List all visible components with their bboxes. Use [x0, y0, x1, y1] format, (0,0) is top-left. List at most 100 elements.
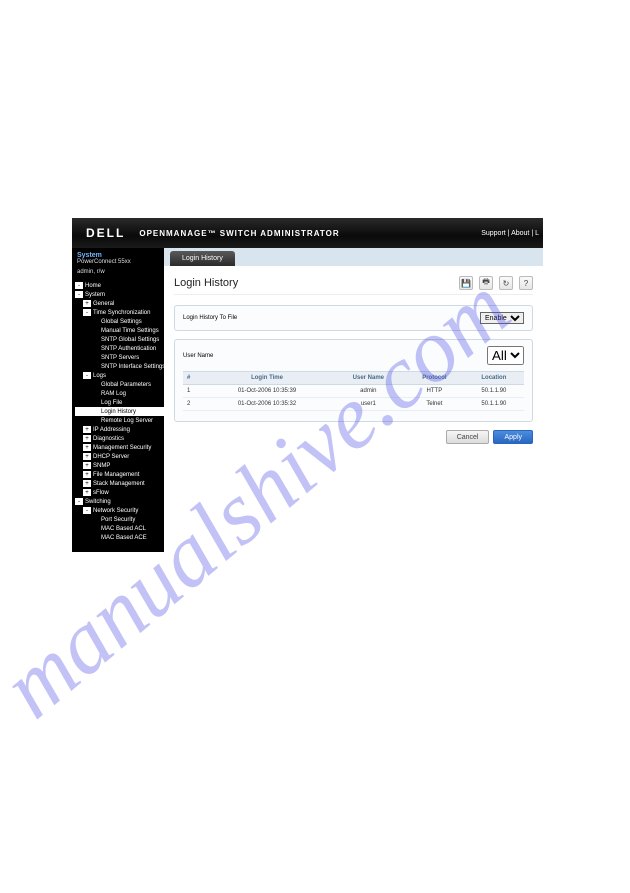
collapse-icon[interactable]: -: [75, 282, 83, 289]
nav-item[interactable]: +SNMP: [75, 461, 164, 470]
user-filter-row: User Name All: [183, 346, 524, 371]
expand-icon[interactable]: +: [83, 426, 91, 433]
app-header: DELL OPENMANAGE™ SWITCH ADMINISTRATOR Su…: [72, 218, 543, 248]
user-name-select[interactable]: All: [487, 346, 524, 365]
dell-logo: DELL: [72, 226, 139, 240]
nav-item[interactable]: Log File: [75, 398, 164, 407]
cell-protocol: Telnet: [405, 398, 464, 411]
button-row: Cancel Apply: [174, 430, 533, 444]
nav-item[interactable]: +DHCP Server: [75, 452, 164, 461]
expand-icon[interactable]: +: [83, 489, 91, 496]
tree-spacer: [91, 318, 99, 325]
nav-item-label: Log File: [101, 400, 122, 406]
cancel-button[interactable]: Cancel: [446, 430, 490, 444]
nav-item[interactable]: Global Parameters: [75, 380, 164, 389]
tree-spacer: [91, 525, 99, 532]
nav-item[interactable]: RAM Log: [75, 389, 164, 398]
tree-spacer: [91, 345, 99, 352]
page-title: Login History: [174, 277, 238, 289]
nav-item-label: SNTP Authentication: [101, 346, 156, 352]
collapse-icon[interactable]: -: [75, 291, 83, 298]
expand-icon[interactable]: +: [83, 435, 91, 442]
expand-icon[interactable]: +: [83, 471, 91, 478]
nav-item[interactable]: Global Settings: [75, 317, 164, 326]
tree-spacer: [91, 399, 99, 406]
col-user-name: User Name: [332, 372, 405, 385]
nav-item[interactable]: SNTP Authentication: [75, 344, 164, 353]
nav-item[interactable]: MAC Based ACE: [75, 533, 164, 542]
expand-icon[interactable]: +: [83, 453, 91, 460]
nav-item[interactable]: +Stack Management: [75, 479, 164, 488]
header-links: Support | About | L: [481, 230, 539, 237]
nav-item-label: Stack Management: [93, 481, 145, 487]
refresh-icon[interactable]: ↻: [499, 276, 513, 290]
expand-icon[interactable]: +: [83, 444, 91, 451]
nav-item[interactable]: Manual Time Settings: [75, 326, 164, 335]
page-header: Login History 💾 🖶 ↻ ?: [174, 276, 533, 295]
sidebar: System PowerConnect 55xx admin, r/w -Hom…: [72, 248, 164, 552]
nav-item[interactable]: +sFlow: [75, 488, 164, 497]
tree-spacer: [91, 381, 99, 388]
nav-item-label: Logs: [93, 373, 106, 379]
nav-item[interactable]: +General: [75, 299, 164, 308]
collapse-icon[interactable]: -: [83, 507, 91, 514]
history-to-file-label: Login History To File: [183, 315, 237, 321]
nav-tree: -Home-System+General-Time Synchronizatio…: [72, 279, 164, 542]
nav-item[interactable]: -Time Synchronization: [75, 308, 164, 317]
nav-item-label: Remote Log Server: [101, 418, 153, 424]
nav-item-label: MAC Based ACL: [101, 526, 146, 532]
nav-item[interactable]: Port Security: [75, 515, 164, 524]
tree-spacer: [91, 354, 99, 361]
nav-item[interactable]: +IP Addressing: [75, 425, 164, 434]
expand-icon[interactable]: +: [83, 300, 91, 307]
support-link[interactable]: Support: [481, 230, 506, 237]
nav-item[interactable]: Login History: [75, 407, 164, 416]
nav-item[interactable]: -Home: [75, 281, 164, 290]
logout-link[interactable]: L: [535, 230, 539, 237]
nav-item-label: SNTP Interface Settings: [101, 364, 164, 370]
nav-item-label: SNTP Global Settings: [101, 337, 159, 343]
nav-item[interactable]: -Switching: [75, 497, 164, 506]
nav-item[interactable]: +Management Security: [75, 443, 164, 452]
app-window: DELL OPENMANAGE™ SWITCH ADMINISTRATOR Su…: [72, 218, 543, 552]
nav-item[interactable]: -Network Security: [75, 506, 164, 515]
nav-item[interactable]: -Logs: [75, 371, 164, 380]
apply-button[interactable]: Apply: [493, 430, 533, 444]
tree-spacer: [91, 534, 99, 541]
nav-item-label: System: [85, 292, 105, 298]
nav-item[interactable]: SNTP Global Settings: [75, 335, 164, 344]
cell-idx: 1: [183, 385, 202, 398]
about-link[interactable]: About: [511, 230, 529, 237]
col-location: Location: [464, 372, 524, 385]
nav-item-label: Diagnostics: [93, 436, 124, 442]
nav-item[interactable]: +Diagnostics: [75, 434, 164, 443]
expand-icon[interactable]: +: [83, 480, 91, 487]
tab-login-history[interactable]: Login History: [170, 251, 235, 266]
nav-item[interactable]: -System: [75, 290, 164, 299]
nav-item[interactable]: Remote Log Server: [75, 416, 164, 425]
nav-item-label: Global Settings: [101, 319, 142, 325]
tree-spacer: [91, 363, 99, 370]
print-icon[interactable]: 🖶: [479, 276, 493, 290]
nav-item-label: Home: [85, 283, 101, 289]
nav-item-label: Port Security: [101, 517, 135, 523]
nav-item[interactable]: MAC Based ACL: [75, 524, 164, 533]
nav-item-label: SNMP: [93, 463, 110, 469]
nav-item[interactable]: SNTP Interface Settings: [75, 362, 164, 371]
nav-item[interactable]: SNTP Servers: [75, 353, 164, 362]
tab-bar: Login History: [164, 248, 543, 266]
nav-item[interactable]: +File Management: [75, 470, 164, 479]
cell-user_name: admin: [332, 385, 405, 398]
history-to-file-select[interactable]: Enable: [480, 312, 524, 324]
expand-icon[interactable]: +: [83, 462, 91, 469]
collapse-icon[interactable]: -: [83, 309, 91, 316]
nav-item-label: Login History: [101, 409, 136, 415]
help-icon[interactable]: ?: [519, 276, 533, 290]
collapse-icon[interactable]: -: [75, 498, 83, 505]
collapse-icon[interactable]: -: [83, 372, 91, 379]
save-icon[interactable]: 💾: [459, 276, 473, 290]
nav-item-label: IP Addressing: [93, 427, 130, 433]
content-area: Login History Login History 💾 🖶 ↻ ? Logi…: [164, 248, 543, 552]
table-row: 201-Oct-2006 10:35:32user1Telnet50.1.1.9…: [183, 398, 524, 411]
history-to-file-panel: Login History To File Enable: [174, 305, 533, 331]
